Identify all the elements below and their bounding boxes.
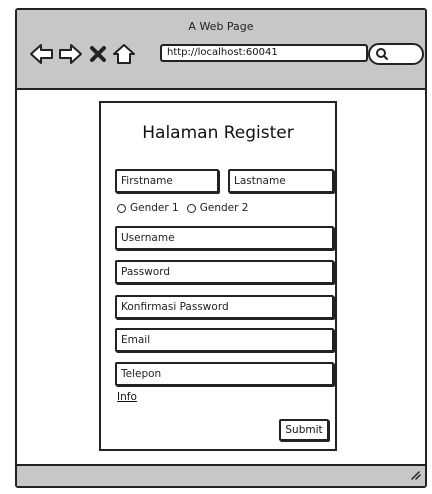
gender1-radio[interactable] <box>117 203 126 213</box>
back-button[interactable] <box>29 42 55 66</box>
gender2-label: Gender 2 <box>199 202 249 214</box>
stop-button[interactable] <box>87 42 109 66</box>
window-title: A Web Page <box>188 20 254 33</box>
address-bar[interactable]: http://localhost:60041 <box>160 44 368 62</box>
arrow-right-icon <box>57 42 83 66</box>
confirm-password-input[interactable]: Konfirmasi Password <box>115 295 334 319</box>
submit-button[interactable]: Submit <box>279 419 329 441</box>
gender-options: Gender 1 Gender 2 <box>117 202 256 214</box>
browser-window: A Web Page http://localhost:60041 Halama… <box>15 8 427 488</box>
home-button[interactable] <box>112 42 136 66</box>
resize-grip-icon[interactable] <box>409 465 421 484</box>
firstname-input[interactable]: Firstname <box>115 169 219 193</box>
gender2-radio[interactable] <box>186 203 196 213</box>
telepon-input[interactable]: Telepon <box>115 362 334 386</box>
register-form: Halaman Register Firstname Lastname Gend… <box>99 101 337 451</box>
gender1-label: Gender 1 <box>130 202 179 214</box>
lastname-input[interactable]: Lastname <box>228 169 334 193</box>
arrow-left-icon <box>29 42 55 66</box>
home-icon <box>112 42 136 66</box>
info-link[interactable]: Info <box>117 391 137 403</box>
browser-toolbar: A Web Page http://localhost:60041 <box>17 10 425 90</box>
forward-button[interactable] <box>57 42 83 66</box>
username-input[interactable]: Username <box>115 226 334 250</box>
email-input[interactable]: Email <box>115 328 334 352</box>
password-input[interactable]: Password <box>115 260 334 284</box>
status-bar <box>17 464 425 486</box>
search-button[interactable] <box>368 43 424 65</box>
form-title: Halaman Register <box>142 123 294 143</box>
close-icon <box>87 42 109 66</box>
